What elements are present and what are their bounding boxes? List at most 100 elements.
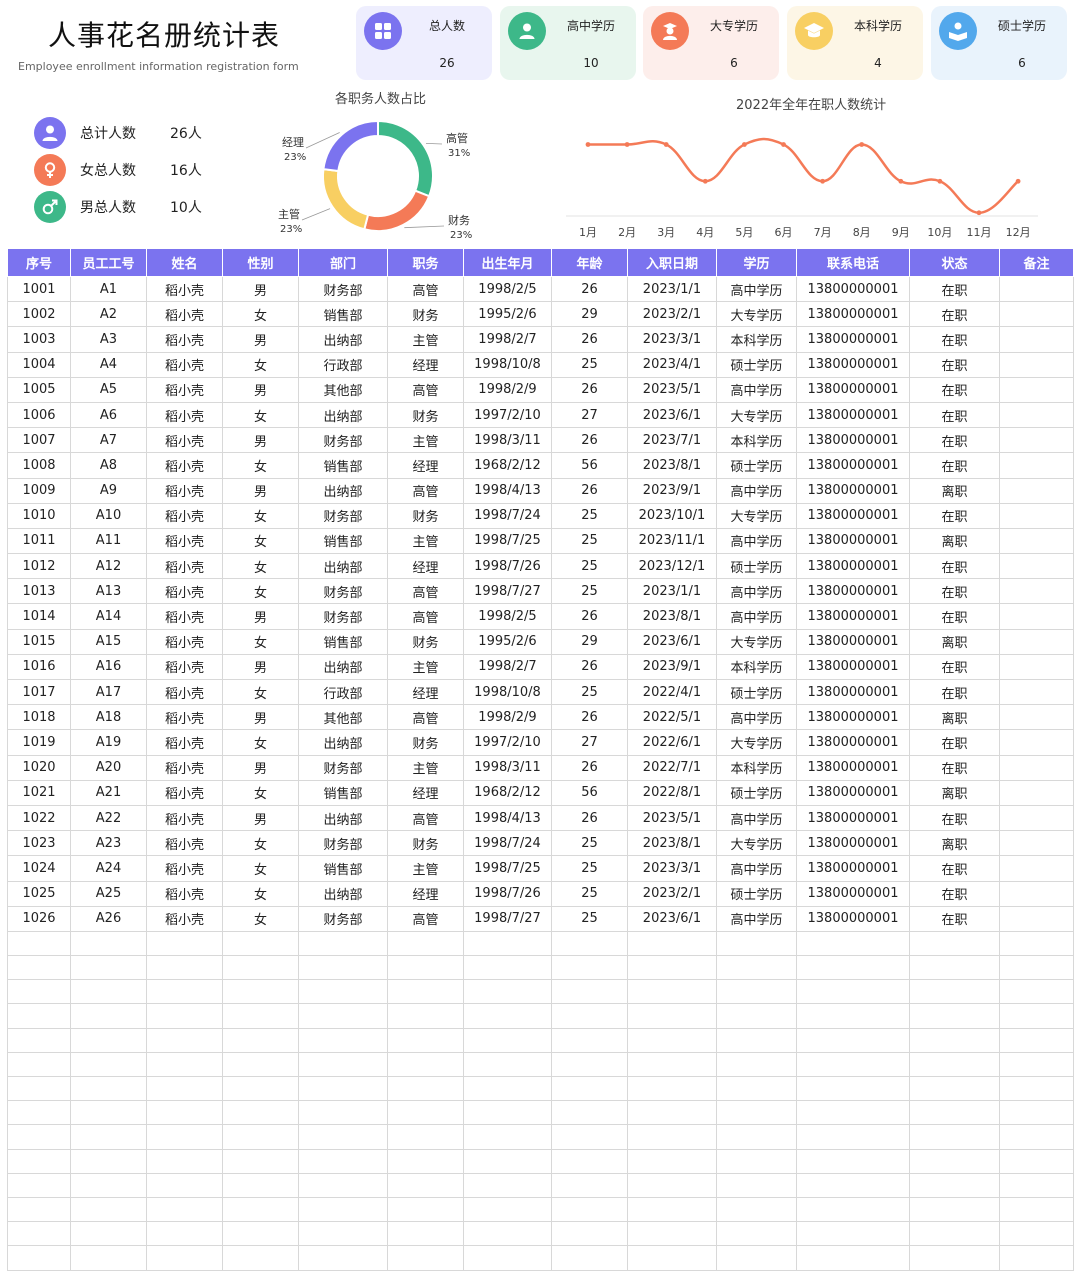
empty-cell[interactable]	[999, 1148, 1074, 1174]
table-cell[interactable]: 1998/7/24	[463, 830, 552, 857]
table-cell[interactable]: 财务	[387, 502, 464, 529]
table-cell[interactable]	[999, 351, 1074, 378]
table-cell[interactable]: A25	[70, 880, 147, 907]
empty-cell[interactable]	[146, 979, 223, 1005]
empty-cell[interactable]	[222, 1196, 299, 1223]
table-cell[interactable]: 出纳部	[298, 653, 388, 681]
column-header[interactable]: 年龄	[551, 248, 628, 277]
empty-cell[interactable]	[716, 1196, 797, 1223]
table-cell[interactable]: 26	[551, 275, 628, 303]
table-cell[interactable]: 2023/3/1	[627, 855, 717, 882]
table-cell[interactable]: 财务部	[298, 905, 388, 932]
table-cell[interactable]: 13800000001	[796, 578, 910, 605]
table-cell[interactable]: 2023/1/1	[627, 578, 717, 605]
empty-cell[interactable]	[627, 1051, 717, 1078]
table-cell[interactable]: 出纳部	[298, 401, 388, 429]
table-cell[interactable]: 本科学历	[716, 653, 797, 681]
empty-cell[interactable]	[70, 979, 147, 1005]
table-cell[interactable]: 1018	[7, 704, 71, 731]
table-cell[interactable]: 行政部	[298, 351, 388, 378]
empty-cell[interactable]	[999, 955, 1074, 981]
table-cell[interactable]: 出纳部	[298, 729, 388, 756]
column-header[interactable]: 员工工号	[70, 248, 147, 277]
table-cell[interactable]: 25	[551, 905, 628, 932]
table-cell[interactable]: 在职	[909, 729, 1000, 756]
table-cell[interactable]: 13800000001	[796, 477, 910, 504]
table-cell[interactable]: 高中学历	[716, 275, 797, 303]
table-cell[interactable]: 女	[222, 678, 299, 706]
table-cell[interactable]: 稻小壳	[146, 553, 223, 580]
table-cell[interactable]: 13800000001	[796, 603, 910, 630]
table-cell[interactable]: 女	[222, 905, 299, 932]
table-cell[interactable]	[999, 301, 1074, 328]
table-cell[interactable]: 出纳部	[298, 553, 388, 580]
table-cell[interactable]: 在职	[909, 502, 1000, 529]
table-cell[interactable]: 男	[222, 477, 299, 504]
empty-cell[interactable]	[222, 1075, 299, 1102]
empty-cell[interactable]	[146, 1245, 223, 1271]
table-cell[interactable]: 13800000001	[796, 326, 910, 353]
table-cell[interactable]: 13800000001	[796, 855, 910, 882]
empty-cell[interactable]	[222, 1124, 299, 1150]
table-cell[interactable]: 经理	[387, 779, 464, 806]
column-header[interactable]: 联系电话	[796, 248, 910, 277]
table-cell[interactable]: 1014	[7, 603, 71, 630]
table-cell[interactable]	[999, 603, 1074, 630]
table-cell[interactable]: 女	[222, 351, 299, 378]
table-cell[interactable]: 男	[222, 326, 299, 353]
empty-cell[interactable]	[387, 1100, 464, 1126]
table-cell[interactable]: 2023/8/1	[627, 830, 717, 857]
table-cell[interactable]: 稻小壳	[146, 678, 223, 706]
table-cell[interactable]: 29	[551, 628, 628, 655]
table-cell[interactable]: 财务	[387, 301, 464, 328]
empty-cell[interactable]	[70, 1003, 147, 1029]
table-cell[interactable]: 26	[551, 754, 628, 781]
empty-cell[interactable]	[909, 1003, 1000, 1029]
table-cell[interactable]: 出纳部	[298, 326, 388, 353]
empty-cell[interactable]	[146, 1172, 223, 1198]
table-cell[interactable]: 25	[551, 578, 628, 605]
table-cell[interactable]: 稻小壳	[146, 729, 223, 756]
empty-cell[interactable]	[627, 1245, 717, 1271]
table-cell[interactable]: 1021	[7, 779, 71, 806]
table-cell[interactable]: A12	[70, 553, 147, 580]
table-cell[interactable]: 女	[222, 855, 299, 882]
table-cell[interactable]: 2023/8/1	[627, 603, 717, 630]
empty-cell[interactable]	[7, 1124, 71, 1150]
table-cell[interactable]: 25	[551, 830, 628, 857]
empty-cell[interactable]	[298, 955, 388, 981]
table-cell[interactable]: 稻小壳	[146, 578, 223, 605]
table-cell[interactable]: 13800000001	[796, 553, 910, 580]
table-cell[interactable]: 2023/4/1	[627, 351, 717, 378]
table-cell[interactable]: 1998/7/26	[463, 553, 552, 580]
empty-cell[interactable]	[551, 1075, 628, 1102]
table-cell[interactable]: 2022/4/1	[627, 678, 717, 706]
table-cell[interactable]: 主管	[387, 754, 464, 781]
empty-cell[interactable]	[716, 1100, 797, 1126]
empty-cell[interactable]	[146, 1027, 223, 1053]
table-cell[interactable]: 高中学历	[716, 704, 797, 731]
empty-cell[interactable]	[222, 1172, 299, 1198]
table-cell[interactable]: 高管	[387, 905, 464, 932]
table-cell[interactable]: A15	[70, 628, 147, 655]
table-cell[interactable]: 在职	[909, 351, 1000, 378]
table-cell[interactable]: 1998/7/25	[463, 527, 552, 555]
empty-cell[interactable]	[716, 1027, 797, 1053]
table-cell[interactable]: 1026	[7, 905, 71, 932]
empty-cell[interactable]	[70, 1124, 147, 1150]
empty-cell[interactable]	[7, 1051, 71, 1078]
table-cell[interactable]: 1011	[7, 527, 71, 555]
table-cell[interactable]: 13800000001	[796, 704, 910, 731]
empty-cell[interactable]	[222, 1148, 299, 1174]
empty-cell[interactable]	[7, 1003, 71, 1029]
table-cell[interactable]: 离职	[909, 830, 1000, 857]
table-cell[interactable]: 1968/2/12	[463, 452, 552, 479]
empty-cell[interactable]	[7, 1100, 71, 1126]
empty-cell[interactable]	[716, 1051, 797, 1078]
table-cell[interactable]: 男	[222, 653, 299, 681]
table-cell[interactable]: 男	[222, 704, 299, 731]
table-cell[interactable]: 高管	[387, 603, 464, 630]
empty-cell[interactable]	[551, 1196, 628, 1223]
table-cell[interactable]: 13800000001	[796, 351, 910, 378]
table-cell[interactable]: 男	[222, 275, 299, 303]
